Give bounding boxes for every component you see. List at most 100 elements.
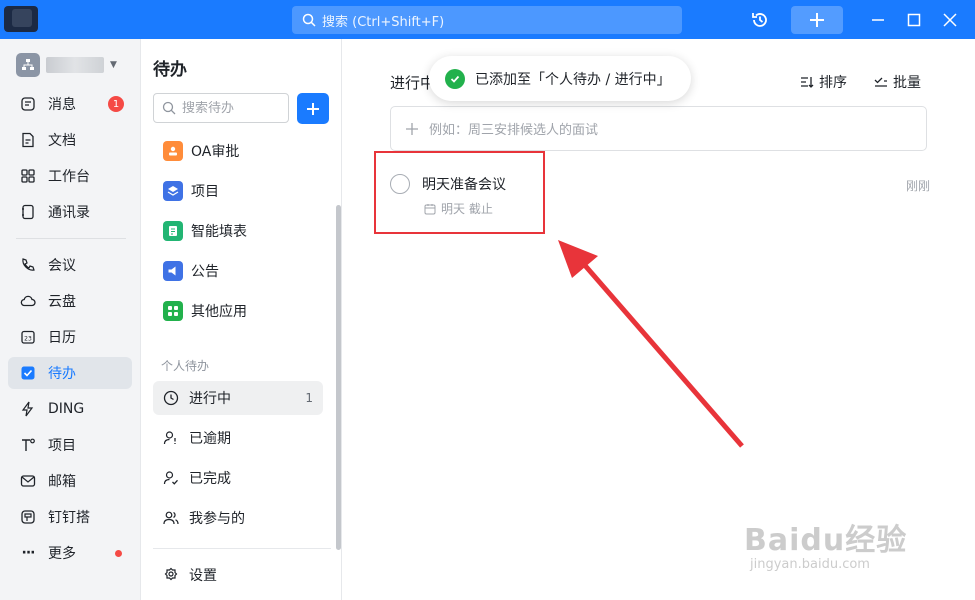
success-toast: 已添加至「个人待办 / 进行中」 (429, 56, 691, 101)
project-icon (20, 437, 36, 453)
todo-search-input[interactable] (182, 100, 278, 116)
nav-label: 更多 (48, 546, 76, 562)
contacts-icon (20, 204, 36, 220)
plus-icon (810, 13, 824, 27)
dingda-icon (20, 509, 36, 525)
search-icon (162, 101, 176, 115)
person-alert-icon (163, 431, 176, 445)
todo-check-icon (20, 365, 36, 381)
nav-label: 日历 (48, 330, 76, 346)
nav-item-ding[interactable]: DING (8, 393, 132, 425)
nav-item-more[interactable]: ··· 更多 (8, 537, 132, 569)
project-app-icon (163, 181, 183, 201)
watermark-sub: jingyan.baidu.com (750, 557, 870, 572)
org-structure-icon (22, 59, 34, 70)
nav-item-meeting[interactable]: 会议 (8, 249, 132, 281)
global-search-placeholder: 搜索 (Ctrl+Shift+F) (322, 14, 445, 30)
org-switcher[interactable]: ▼ (16, 53, 117, 77)
app-label: 项目 (191, 184, 219, 200)
phone-icon (20, 257, 36, 273)
clock-icon (163, 390, 179, 406)
mid-divider (153, 548, 331, 549)
plus-icon (406, 122, 418, 135)
quick-add-todo[interactable]: 例如：周三安排候选人的面试 (390, 106, 927, 151)
todo-filter-participated[interactable]: 我参与的 (153, 501, 323, 535)
todo-filter-overdue[interactable]: 已逾期 (153, 421, 323, 455)
todo-sidebar: 待办 OA审批 项目 智能填表 公告 其他应用 个人待办 进行中 1 已逾期 已… (141, 39, 342, 600)
nav-label: 待办 (48, 366, 76, 382)
lightning-icon (20, 401, 36, 417)
nav-label: 会议 (48, 258, 76, 274)
batch-label: 批量 (893, 75, 921, 91)
nav-item-mail[interactable]: 邮箱 (8, 465, 132, 497)
add-todo-button[interactable] (297, 93, 329, 124)
person-check-icon (163, 471, 178, 485)
sort-icon (801, 77, 814, 88)
nav-item-messages[interactable]: 消息 1 (8, 88, 132, 120)
nav-label: 项目 (48, 438, 76, 454)
sort-label: 排序 (819, 75, 847, 91)
svg-text:23: 23 (24, 336, 32, 343)
settings-item[interactable]: 设置 (153, 558, 323, 592)
todo-search[interactable] (153, 93, 289, 123)
unread-badge: 1 (108, 96, 124, 112)
batch-button[interactable]: 批量 (874, 72, 921, 92)
nav-label: 邮箱 (48, 474, 76, 490)
create-button[interactable] (791, 6, 843, 34)
todo-count: 1 (305, 391, 313, 405)
nav-label: DING (48, 401, 85, 417)
more-icon: ··· (21, 545, 36, 561)
other-apps-icon (163, 301, 183, 321)
sort-button[interactable]: 排序 (800, 72, 847, 92)
nav-label: 消息 (48, 97, 76, 113)
todo-filter-in-progress[interactable]: 进行中 1 (153, 381, 323, 415)
todo-filter-label: 已逾期 (189, 431, 231, 447)
nav-label: 文档 (48, 133, 76, 149)
caret-down-icon: ▼ (110, 60, 117, 70)
nav-item-calendar[interactable]: 23 日历 (8, 321, 132, 353)
cloud-icon (20, 293, 36, 309)
nav-item-contacts[interactable]: 通讯录 (8, 196, 132, 228)
nav-label: 云盘 (48, 294, 76, 310)
app-logo (4, 6, 38, 32)
settings-label: 设置 (189, 568, 217, 584)
calendar-icon: 23 (20, 329, 36, 345)
maximize-icon[interactable] (902, 8, 926, 32)
app-oa-approval[interactable]: OA审批 (163, 139, 239, 163)
mail-icon (20, 473, 36, 489)
app-project[interactable]: 项目 (163, 179, 219, 203)
message-icon (20, 96, 36, 112)
app-announcement[interactable]: 公告 (163, 259, 219, 283)
nav-item-docs[interactable]: 文档 (8, 124, 132, 156)
app-smart-form[interactable]: 智能填表 (163, 219, 247, 243)
nav-divider (16, 238, 126, 239)
app-label: OA审批 (191, 144, 240, 160)
history-icon[interactable] (748, 8, 772, 32)
workbench-icon (20, 168, 36, 184)
scrollbar[interactable] (336, 205, 341, 550)
nav-item-cloud[interactable]: 云盘 (8, 285, 132, 317)
todo-filter-label: 进行中 (189, 391, 231, 407)
close-icon[interactable] (938, 8, 962, 32)
nav-label: 钉钉搭 (48, 510, 90, 526)
batch-check-icon (874, 77, 887, 87)
document-icon (20, 132, 36, 148)
global-search[interactable]: 搜索 (Ctrl+Shift+F) (292, 6, 682, 34)
people-icon (163, 511, 179, 525)
annotation-highlight-box (374, 151, 545, 234)
nav-item-workbench[interactable]: 工作台 (8, 160, 132, 192)
todo-filter-completed[interactable]: 已完成 (153, 461, 323, 495)
nav-item-dingda[interactable]: 钉钉搭 (8, 501, 132, 533)
task-created-time: 刚刚 (905, 179, 930, 193)
search-icon (302, 13, 316, 27)
nav-item-project[interactable]: 项目 (8, 429, 132, 461)
baidu-watermark: Baidu经验 jingyan.baidu.com (744, 515, 907, 572)
app-other[interactable]: 其他应用 (163, 299, 247, 323)
nav-item-todo[interactable]: 待办 (8, 357, 132, 389)
todo-filter-label: 我参与的 (189, 511, 245, 527)
new-dot (115, 550, 122, 557)
minimize-icon[interactable] (866, 8, 890, 32)
success-check-icon (445, 68, 465, 89)
org-avatar (16, 53, 40, 77)
app-label: 其他应用 (191, 304, 247, 320)
